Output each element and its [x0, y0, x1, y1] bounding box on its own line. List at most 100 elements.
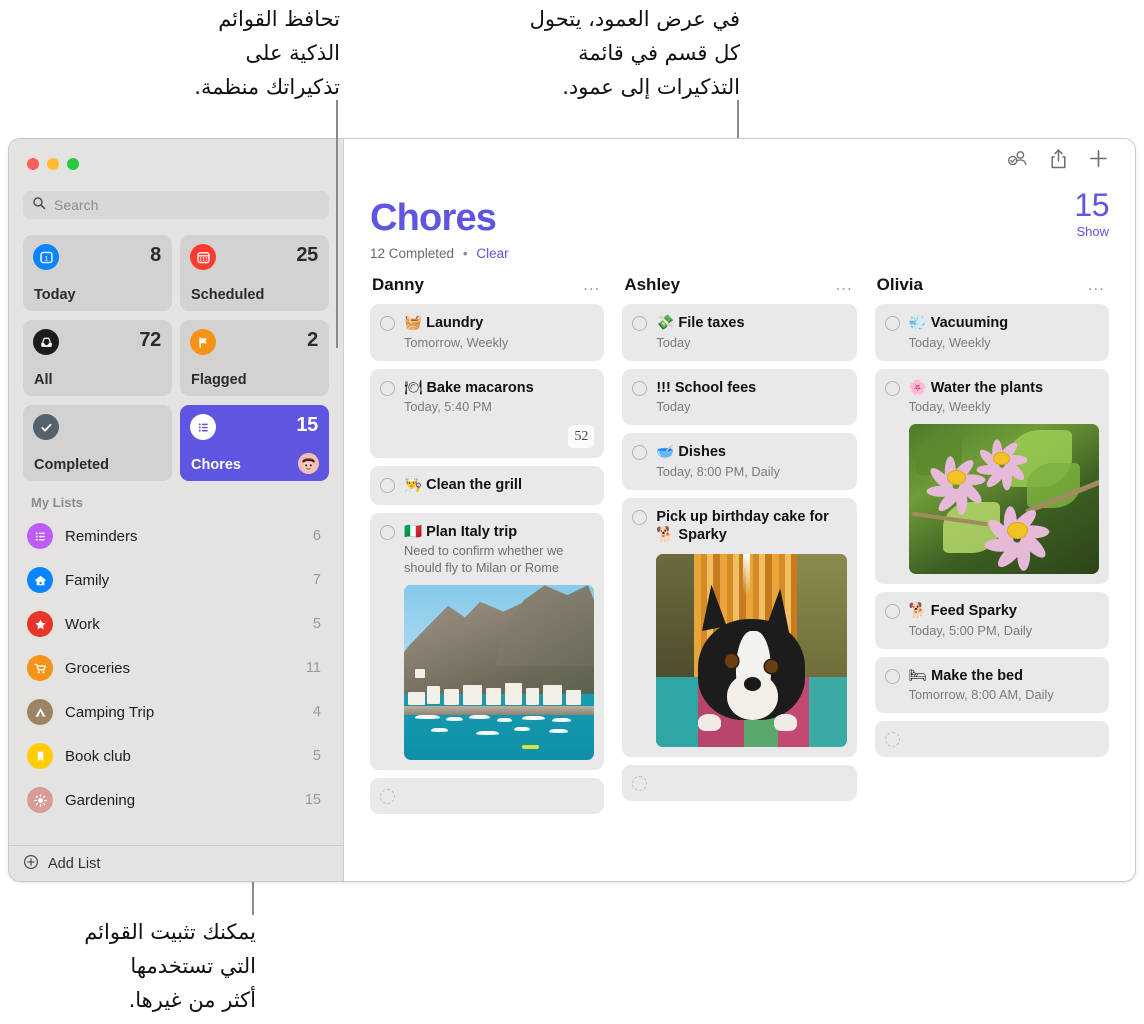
sidebar-item-work[interactable]: Work 5 [9, 602, 343, 646]
sidebar-item-book-club[interactable]: Book club 5 [9, 734, 343, 778]
complete-toggle[interactable] [885, 669, 900, 684]
task-row[interactable]: 💸 File taxes Today [622, 304, 856, 361]
share-icon[interactable] [1049, 148, 1068, 175]
task-attachment-badge[interactable]: 52 [568, 425, 594, 448]
column-header: Olivia ... [875, 275, 1109, 304]
task-emoji: 🍽 [404, 380, 422, 396]
task-title: !!! School fees [656, 379, 846, 398]
assign-person-icon[interactable] [1007, 149, 1029, 173]
clear-completed-link[interactable]: Clear [476, 246, 508, 261]
task-title: 🌸 Water the plants [909, 379, 1099, 398]
new-task-row[interactable] [622, 765, 856, 801]
sidebar-item-family[interactable]: Family 7 [9, 558, 343, 602]
smart-list-flagged[interactable]: 2 Flagged [180, 320, 329, 396]
task-title-text: Bake macarons [426, 380, 533, 396]
task-row[interactable]: 👨‍🍳 Clean the grill [370, 466, 604, 505]
bullet-list-icon [27, 523, 53, 549]
minimize-window-button[interactable] [47, 158, 59, 170]
complete-toggle[interactable] [380, 381, 395, 396]
callout-column-view-text: في عرض العمود، يتحول كل قسم في قائمة الت… [460, 2, 740, 104]
task-title: 💸 File taxes [656, 314, 846, 333]
tent-icon [27, 699, 53, 725]
column-more-button[interactable]: ... [835, 280, 852, 290]
smart-list-completed[interactable]: Completed [23, 405, 172, 481]
task-row[interactable]: 🍽 Bake macarons Today, 5:40 PM 52 [370, 369, 604, 459]
task-row[interactable]: 🛏 Make the bed Tomorrow, 8:00 AM, Daily [875, 657, 1109, 714]
task-title-text: Pick up birthday cake for 🐕 Sparky [656, 509, 828, 544]
task-title: 🍽 Bake macarons [404, 379, 594, 398]
separator-dot: • [463, 246, 468, 261]
complete-toggle[interactable] [380, 789, 395, 804]
smart-lists-grid: 1 8 Today [23, 235, 329, 481]
task-title-text: File taxes [678, 315, 744, 331]
task-title-text: Make the bed [931, 668, 1023, 684]
sidebar-item-label: Book club [65, 748, 301, 765]
smart-list-chores[interactable]: 15 Chores [180, 405, 329, 481]
sidebar-item-groceries[interactable]: Groceries 11 [9, 646, 343, 690]
sidebar-item-count: 7 [313, 572, 321, 588]
task-row[interactable]: 🧺 Laundry Tomorrow, Weekly [370, 304, 604, 361]
sun-flower-icon [27, 787, 53, 813]
complete-toggle[interactable] [632, 776, 647, 791]
sidebar-item-count: 5 [313, 748, 321, 764]
smart-list-all[interactable]: 72 All [23, 320, 172, 396]
complete-toggle[interactable] [632, 316, 647, 331]
task-title: 🧺 Laundry [404, 314, 594, 333]
columns-container: Danny ... 🧺 Laundry Tomorrow, Weekl [358, 261, 1121, 881]
smart-list-count: 72 [139, 329, 161, 352]
new-task-row[interactable] [875, 721, 1109, 757]
task-title: 🇮🇹 Plan Italy trip [404, 523, 594, 542]
sidebar-item-camping-trip[interactable]: Camping Trip 4 [9, 690, 343, 734]
task-title-text: Clean the grill [426, 477, 522, 493]
complete-toggle[interactable] [885, 604, 900, 619]
search-input[interactable] [54, 197, 320, 213]
task-row[interactable]: 🥣 Dishes Today, 8:00 PM, Daily [622, 433, 856, 490]
sidebar-item-label: Gardening [65, 792, 293, 809]
completed-count-text: 12 Completed [370, 246, 454, 261]
task-row[interactable]: Pick up birthday cake for 🐕 Sparky [622, 498, 856, 757]
task-title-text: Laundry [426, 315, 483, 331]
show-completed-link[interactable]: Show [1074, 224, 1109, 239]
add-list-button[interactable]: Add List [9, 845, 343, 881]
complete-toggle[interactable] [632, 381, 647, 396]
task-emoji: 🛏 [909, 668, 927, 684]
sidebar-item-label: Reminders [65, 528, 301, 545]
smart-list-label: Completed [34, 457, 109, 473]
complete-toggle[interactable] [885, 316, 900, 331]
task-row[interactable]: 🇮🇹 Plan Italy trip Need to confirm wheth… [370, 513, 604, 771]
complete-toggle[interactable] [380, 316, 395, 331]
close-window-button[interactable] [27, 158, 39, 170]
task-row[interactable]: 🌸 Water the plants Today, Weekly [875, 369, 1109, 585]
sidebar-item-reminders[interactable]: Reminders 6 [9, 514, 343, 558]
task-emoji: 💸 [656, 315, 674, 331]
complete-toggle[interactable] [885, 732, 900, 747]
new-task-row[interactable] [370, 778, 604, 814]
task-title: 🥣 Dishes [656, 443, 846, 462]
flower-center [948, 471, 965, 484]
complete-toggle[interactable] [380, 525, 395, 540]
task-row[interactable]: 🐕 Feed Sparky Today, 5:00 PM, Daily [875, 592, 1109, 649]
column-danny: Danny ... 🧺 Laundry Tomorrow, Weekl [370, 275, 604, 881]
smart-list-today[interactable]: 1 8 Today [23, 235, 172, 311]
calendar-icon [190, 244, 216, 270]
complete-toggle[interactable] [885, 381, 900, 396]
column-more-button[interactable]: ... [583, 280, 600, 290]
smart-list-count: 8 [150, 244, 161, 267]
sidebar-item-gardening[interactable]: Gardening 15 [9, 778, 343, 822]
task-row[interactable]: !!! School fees Today [622, 369, 856, 426]
task-photo-flowers[interactable] [909, 424, 1099, 574]
task-row[interactable]: 💨 Vacuuming Today, Weekly [875, 304, 1109, 361]
smart-list-scheduled[interactable]: 25 Scheduled [180, 235, 329, 311]
column-more-button[interactable]: ... [1088, 280, 1105, 290]
maximize-window-button[interactable] [67, 158, 79, 170]
shopping-cart-icon [27, 655, 53, 681]
task-photo-dog[interactable] [656, 554, 846, 747]
column-header: Ashley ... [622, 275, 856, 304]
complete-toggle[interactable] [380, 478, 395, 493]
task-photo-italy[interactable] [404, 585, 594, 760]
complete-toggle[interactable] [632, 510, 647, 525]
search-field[interactable] [23, 191, 329, 219]
column-ashley: Ashley ... 💸 File taxes Today [622, 275, 856, 881]
complete-toggle[interactable] [632, 445, 647, 460]
add-reminder-icon[interactable] [1088, 148, 1109, 174]
